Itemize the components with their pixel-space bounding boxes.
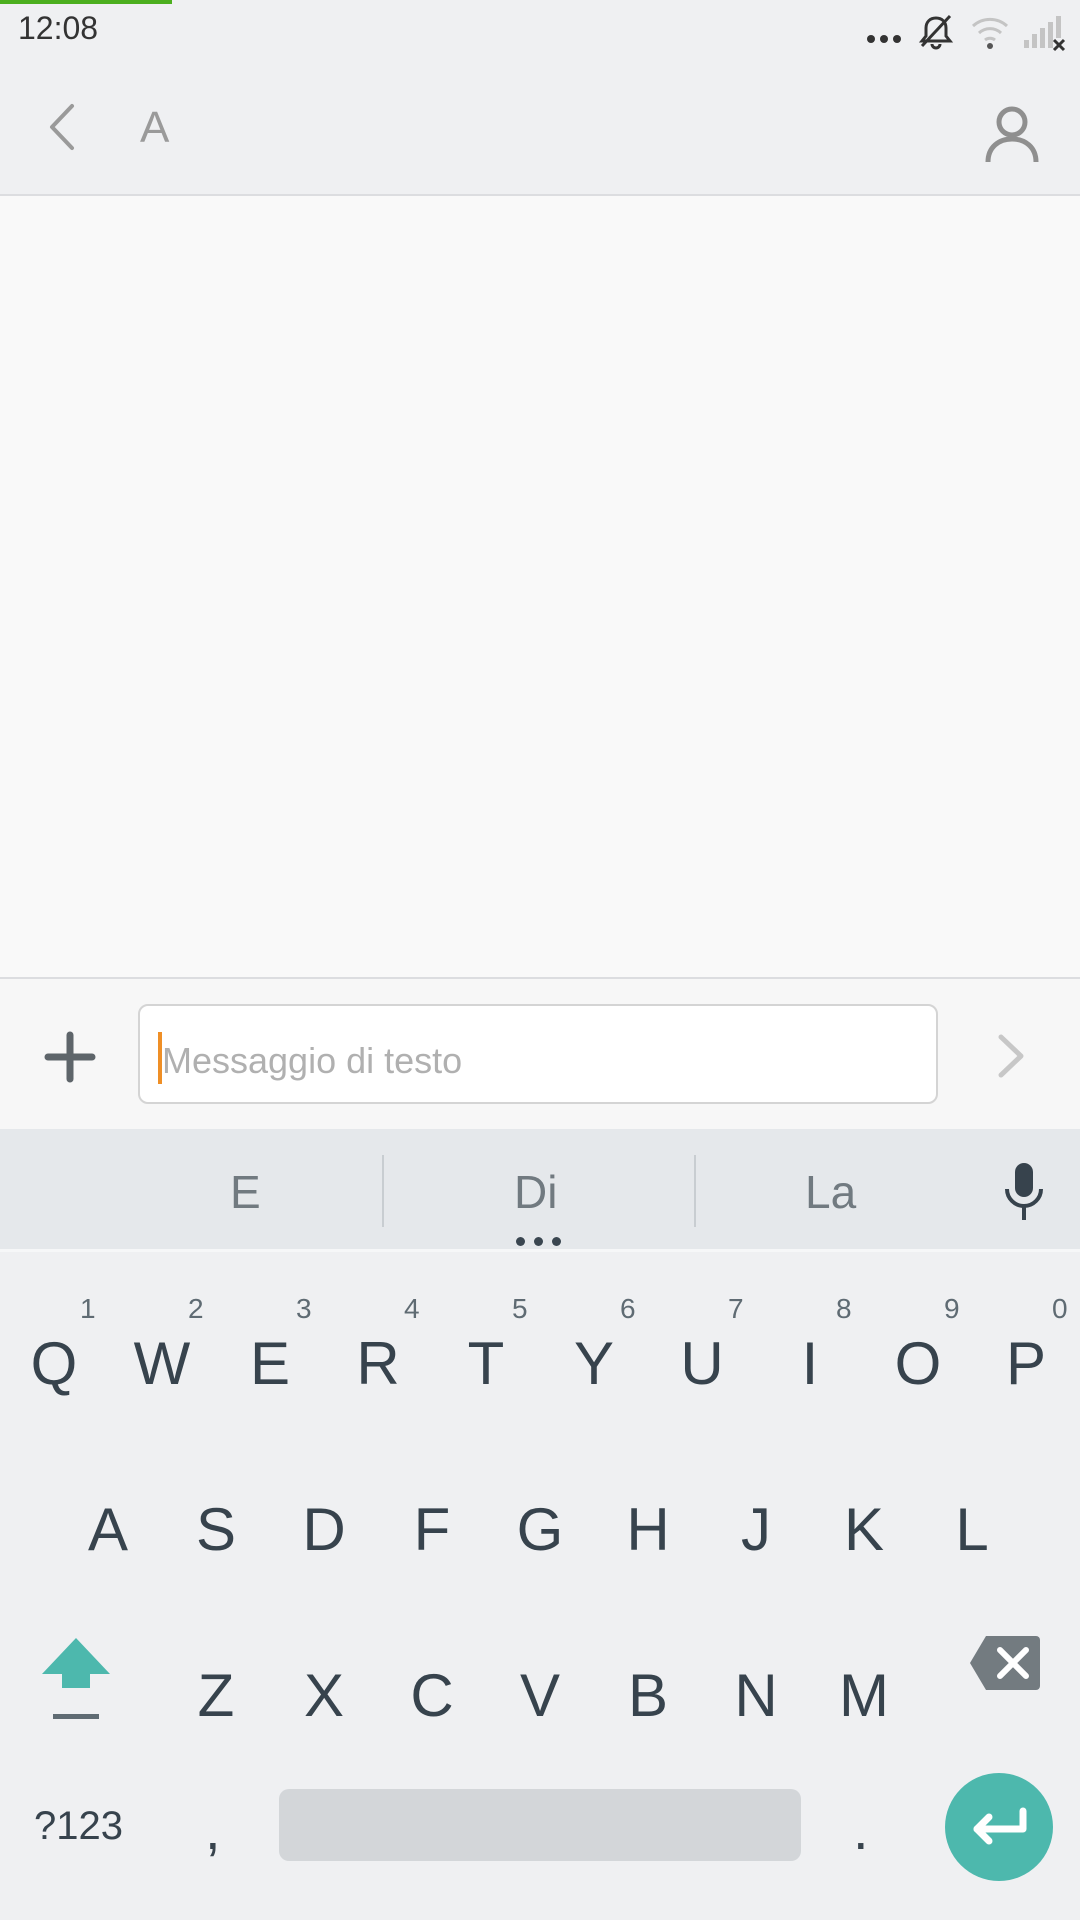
key[interactable]: B xyxy=(612,1661,684,1730)
message-input-placeholder: Messaggio di testo xyxy=(162,1040,463,1081)
status-time: 12:08 xyxy=(18,10,99,46)
wifi-icon xyxy=(971,17,1009,49)
key[interactable]: S xyxy=(180,1495,252,1564)
backspace-icon xyxy=(970,1636,1040,1690)
key[interactable]: V xyxy=(504,1661,576,1730)
message-input[interactable]: Messaggio di testo xyxy=(138,1004,938,1104)
suggestion-3[interactable]: La xyxy=(805,1165,856,1219)
chevron-right-icon xyxy=(998,1034,1024,1078)
key[interactable]: L xyxy=(936,1495,1008,1564)
key[interactable]: W xyxy=(126,1329,198,1398)
key-number-hint: 6 xyxy=(620,1293,636,1324)
key[interactable]: E xyxy=(234,1329,306,1398)
soft-keyboard: E Di La Q1W2E3R4T5Y6U7I8O9P0 ASDFGHJKL Z… xyxy=(0,1129,1080,1920)
enter-arrow-icon xyxy=(973,1807,1027,1845)
suggestion-2[interactable]: Di xyxy=(514,1165,557,1219)
key[interactable]: K xyxy=(828,1495,900,1564)
key-number-hint: 9 xyxy=(944,1293,960,1324)
period-key[interactable]: . xyxy=(853,1797,869,1862)
key[interactable]: U xyxy=(666,1329,738,1398)
status-bar: 12:08 xyxy=(0,0,1080,60)
key-number-hint: 8 xyxy=(836,1293,852,1324)
key-number-hint: 4 xyxy=(404,1293,420,1324)
key[interactable]: D xyxy=(288,1495,360,1564)
key[interactable]: M xyxy=(828,1661,900,1730)
key[interactable]: A xyxy=(72,1495,144,1564)
contact-name: A xyxy=(140,103,170,152)
key[interactable]: T xyxy=(450,1329,522,1398)
key-number-hint: 7 xyxy=(728,1293,744,1324)
key[interactable]: H xyxy=(612,1495,684,1564)
microphone-icon xyxy=(1005,1163,1043,1220)
enter-key[interactable] xyxy=(945,1773,1053,1881)
shift-arrow-icon xyxy=(42,1638,110,1719)
key-number-hint: 3 xyxy=(296,1293,312,1324)
key[interactable]: Q xyxy=(18,1329,90,1398)
key[interactable]: J xyxy=(720,1495,792,1564)
back-button[interactable] xyxy=(38,100,90,154)
key[interactable]: I xyxy=(774,1329,846,1398)
key[interactable]: P xyxy=(990,1329,1062,1398)
status-icons xyxy=(866,12,1066,52)
key-number-hint: 1 xyxy=(80,1293,96,1324)
suggestion-bar: E Di La xyxy=(0,1129,1080,1252)
chevron-left-icon xyxy=(50,104,74,150)
message-composer: Messaggio di testo xyxy=(0,977,1080,1129)
plus-icon xyxy=(44,1031,96,1083)
signal-no-service-icon xyxy=(1024,16,1066,52)
status-progress-bar xyxy=(0,0,172,4)
suggestion-divider xyxy=(382,1155,384,1227)
more-dots-icon xyxy=(867,35,901,43)
key[interactable]: O xyxy=(882,1329,954,1398)
key[interactable]: R xyxy=(342,1329,414,1398)
key-number-hint: 2 xyxy=(188,1293,204,1324)
suggestion-divider xyxy=(694,1155,696,1227)
suggestion-1[interactable]: E xyxy=(230,1165,261,1219)
key[interactable]: G xyxy=(504,1495,576,1564)
key-number-hint: 5 xyxy=(512,1293,528,1324)
send-button[interactable] xyxy=(995,1033,1029,1079)
person-icon xyxy=(985,106,1039,163)
voice-input-button[interactable] xyxy=(1002,1161,1046,1223)
app-bar: A xyxy=(0,60,1080,196)
message-list[interactable] xyxy=(0,196,1080,976)
contact-button[interactable] xyxy=(980,102,1044,166)
key[interactable]: N xyxy=(720,1661,792,1730)
muted-bell-icon xyxy=(918,14,954,50)
key[interactable]: Z xyxy=(180,1661,252,1730)
backspace-key[interactable] xyxy=(968,1634,1040,1692)
shift-key[interactable] xyxy=(40,1634,112,1724)
attach-button[interactable] xyxy=(44,1031,96,1083)
suggestion-more-dots[interactable] xyxy=(516,1237,562,1247)
key[interactable]: X xyxy=(288,1661,360,1730)
key[interactable]: F xyxy=(396,1495,468,1564)
symbols-key[interactable]: ?123 xyxy=(34,1804,123,1849)
key[interactable]: Y xyxy=(558,1329,630,1398)
comma-key[interactable]: , xyxy=(205,1797,221,1862)
key-number-hint: 0 xyxy=(1052,1293,1068,1324)
key[interactable]: C xyxy=(396,1661,468,1730)
space-bar[interactable] xyxy=(279,1789,801,1861)
